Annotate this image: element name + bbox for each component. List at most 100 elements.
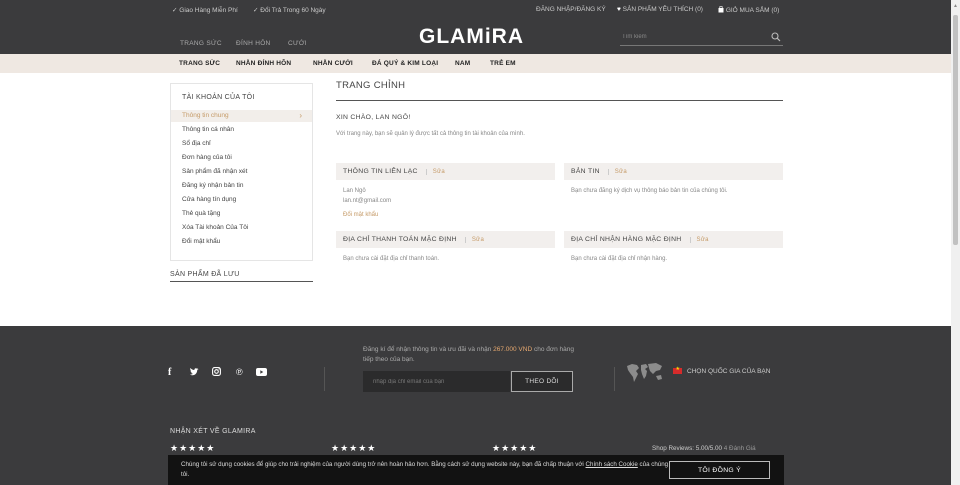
returns-label: Đổi Trả Trong 60 Ngày [260,7,326,14]
twitter-icon[interactable] [190,368,199,376]
accept-cookies-button[interactable]: TÔI ĐỒNG Ý [669,461,770,479]
check-icon: ✓ [253,7,259,14]
newsletter-email-input[interactable] [363,371,510,392]
sidebar-item-newsletter[interactable]: Đăng ký nhận bản tin [171,180,312,192]
youtube-icon[interactable] [256,368,267,376]
scroll-up-arrow-icon[interactable]: ▲ [953,3,958,9]
cart-label: GIỎ MUA SẮM (0) [725,7,780,14]
nav-kids[interactable]: TRẺ EM [490,60,516,67]
contact-info-title: THÔNG TIN LIÊN LẠC [343,168,418,175]
newsletter-text: Bạn chưa đăng ký dịch vụ thông báo bản t… [571,188,728,194]
top-bar: ✓ Giao Hàng Miễn Phí ✓ Đổi Trả Trong 60 … [0,0,960,20]
cookie-policy-link[interactable]: Chính sách Cookie [586,461,638,468]
nav-engagement-rings[interactable]: NHẪN ĐÍNH HÔN [236,60,291,67]
heart-icon: ♥ [617,6,621,13]
page-scrollbar[interactable]: ▲ [951,0,960,485]
shipping-address-title: ĐỊA CHỈ NHẬN HÀNG MẶC ĐỊNH [571,236,682,243]
newsletter-promo: Đăng kí để nhận thông tin và ưu đãi và n… [363,345,578,365]
account-sidebar: TÀI KHOẢN CỦA TÔI Thông tin chung › Thông… [170,83,313,261]
cookie-message: Chúng tôi sử dụng cookies để giúp cho tr… [181,461,586,468]
newsletter-header: BẢN TIN Sửa [564,163,783,180]
shipping-address-header: ĐỊA CHỈ NHẬN HÀNG MẶC ĐỊNH Sửa [564,231,783,248]
world-map-icon [627,363,662,382]
follow-button[interactable]: THEO DÕI [511,371,573,392]
login-link[interactable]: ĐĂNG NHẬP/ĐĂNG KÝ [536,6,606,13]
shop-reviews-summary[interactable]: Shop Reviews: 5.00/5.00 4 Đánh Giá [652,445,756,452]
shipping-address-box: ĐỊA CHỈ NHẬN HÀNG MẶC ĐỊNH Sửa Bạn chưa c… [564,231,783,264]
search-input[interactable] [622,31,762,43]
nav-jewelry[interactable]: TRANG SỨC [179,60,220,67]
returns-info: ✓ Đổi Trả Trong 60 Ngày [253,6,326,14]
greeting: XIN CHÀO, LAN NGÔ! [336,114,411,121]
review-stars: ★★★★★ [492,443,538,453]
newsletter-promo-amount: 267.000 VND [493,346,533,353]
change-password-link[interactable]: Đổi mật khẩu [343,210,555,220]
billing-address-title: ĐỊA CHỈ THANH TOÁN MẶC ĐỊNH [343,236,457,243]
contact-info-box: THÔNG TIN LIÊN LẠC Sửa Lan Ngô lan.nt@gma… [336,163,555,220]
newsletter-box: BẢN TIN Sửa Bạn chưa đăng ký dịch vụ thôn… [564,163,783,196]
edit-billing-link[interactable]: Sửa [464,237,485,243]
facebook-icon[interactable]: f [168,367,171,378]
cookie-banner: Chúng tôi sử dụng cookies để giúp cho tr… [168,455,784,485]
scrollbar-thumb[interactable] [953,15,958,245]
reviews-heading: NHẬN XÉT VỀ GLAMIRA [170,428,256,435]
sidebar-item-address-book[interactable]: Sổ địa chỉ [171,138,312,150]
footer-divider [614,367,615,391]
chevron-right-icon: › [299,111,302,120]
header-nav-engagement[interactable]: ĐÍNH HÔN [236,40,271,47]
main-nav: TRANG SỨC NHẪN ĐÍNH HÔN NHẪN CƯỚI ĐÁ QUÝ… [0,54,960,73]
check-icon: ✓ [172,7,178,14]
wishlist-label: SẢN PHẨM YÊU THÍCH (0) [622,6,703,13]
intro-text: Với trang này, bạn sẽ quản lý được tất c… [336,131,525,137]
newsletter-title: BẢN TIN [571,168,600,175]
sidebar-item-reviewed-products[interactable]: Sản phẩm đã nhận xét [171,166,312,178]
header: GLAMiRA TRANG SỨC ĐÍNH HÔN CƯỚI [0,20,960,54]
pinterest-icon[interactable]: ℗ [236,367,243,377]
logo[interactable]: GLAMiRA [419,25,524,49]
edit-contact-link[interactable]: Sửa [425,169,446,175]
sidebar-item-change-password[interactable]: Đổi mật khẩu [171,236,312,248]
newsletter-promo-pre: Đăng kí để nhận thông tin và ưu đãi và n… [363,346,494,353]
saved-products-heading[interactable]: SẢN PHẨM ĐÃ LƯU [170,271,313,282]
review-stars: ★★★★★ [170,443,216,453]
nav-men[interactable]: NAM [455,60,470,67]
cart-link[interactable]: GIỎ MUA SẮM (0) [718,5,780,14]
sidebar-item-general-info[interactable]: Thông tin chung › [171,110,312,122]
sidebar-item-label: Thông tin chung [182,112,229,119]
search-box [620,29,783,46]
billing-address-text: Bạn chưa cài đặt địa chỉ thanh toán. [343,256,440,262]
sidebar-item-store-credit[interactable]: Cửa hàng tín dụng [171,194,312,206]
free-shipping-label: Giao Hàng Miễn Phí [179,7,238,14]
instagram-icon[interactable] [212,367,221,376]
billing-address-header: ĐỊA CHỈ THANH TOÁN MẶC ĐỊNH Sửa [336,231,555,248]
page-title: TRANG CHỈNH [336,80,783,101]
sidebar-title: TÀI KHOẢN CỦA TÔI [182,94,255,101]
contact-email: lan.nt@gmail.com [343,198,392,204]
contact-name: Lan Ngô [343,188,366,194]
contact-info-body: Lan Ngô lan.nt@gmail.com Đổi mật khẩu [336,180,555,220]
free-shipping-info: ✓ Giao Hàng Miễn Phí [172,6,238,14]
nav-gems-metals[interactable]: ĐÁ QUÝ & KIM LOẠI [372,60,438,67]
vietnam-flag-icon: ★ [673,366,682,374]
shopping-bag-icon [718,5,724,13]
sidebar-item-gift-card[interactable]: Thẻ quà tặng [171,208,312,220]
shop-reviews-count: 4 Đánh Giá [723,445,756,452]
shipping-address-text: Bạn chưa cài đặt địa chỉ nhận hàng. [571,256,668,262]
nav-wedding-rings[interactable]: NHẪN CƯỚI [313,60,353,67]
wishlist-link[interactable]: ♥ SẢN PHẨM YÊU THÍCH (0) [617,6,703,13]
footer-divider [324,367,325,391]
header-nav-wedding[interactable]: CƯỚI [288,40,307,47]
cookie-text: Chúng tôi sử dụng cookies để giúp cho tr… [181,460,671,480]
edit-newsletter-link[interactable]: Sửa [607,169,628,175]
search-icon[interactable] [771,32,781,42]
edit-shipping-link[interactable]: Sửa [689,237,709,243]
country-selector[interactable]: CHỌN QUỐC GIA CỦA BẠN [687,368,770,375]
contact-info-header: THÔNG TIN LIÊN LẠC Sửa [336,163,555,180]
review-stars: ★★★★★ [331,443,377,453]
sidebar-item-delete-account[interactable]: Xóa Tài khoản Của Tôi [171,222,312,234]
billing-address-box: ĐỊA CHỈ THANH TOÁN MẶC ĐỊNH Sửa Bạn chưa … [336,231,555,264]
shop-reviews-score: Shop Reviews: 5.00/5.00 [652,445,723,452]
sidebar-item-my-orders[interactable]: Đơn hàng của tôi [171,152,312,164]
header-nav-jewelry[interactable]: TRANG SỨC [180,40,222,47]
sidebar-item-personal-info[interactable]: Thông tin cá nhân [171,124,312,136]
